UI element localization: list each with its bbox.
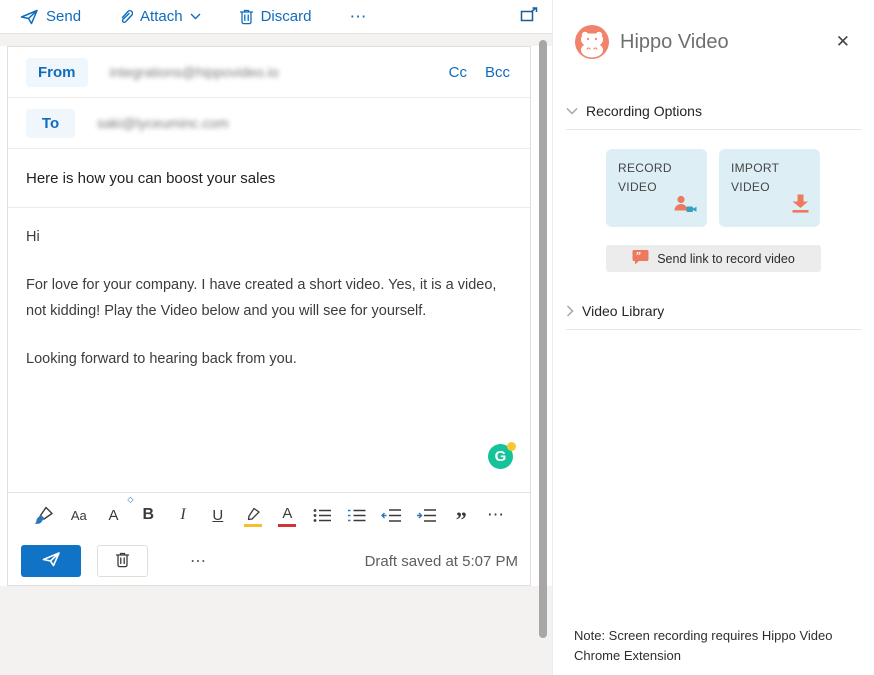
- highlight-color-bar: [244, 524, 262, 527]
- recording-option-cards: RECORD VIDEO IMPORT VIDEO: [606, 149, 874, 227]
- font-color-button[interactable]: A: [275, 502, 299, 528]
- underline-button[interactable]: U: [206, 502, 230, 528]
- send-button-top[interactable]: Send: [20, 8, 81, 25]
- panel-title: Hippo Video: [620, 31, 832, 54]
- compose-pane: Send Attach Discard ⋯: [0, 0, 552, 675]
- trash-icon: [115, 551, 130, 571]
- recording-options-label: Recording Options: [586, 103, 702, 119]
- from-row: From integrations@hippovideo.io Cc Bcc: [8, 47, 530, 98]
- to-row: To saki@lyceuminc.com: [8, 98, 530, 149]
- formatting-toolbar: Aa A ◇ B I U A: [8, 492, 530, 537]
- send-plane-filled-icon: [42, 552, 61, 570]
- open-in-new-window-button[interactable]: [520, 7, 538, 27]
- grammarly-button[interactable]: G: [488, 444, 514, 470]
- chevron-down-icon: [190, 13, 201, 20]
- to-address-value[interactable]: saki@lyceuminc.com: [97, 115, 514, 131]
- video-library-label: Video Library: [582, 303, 664, 319]
- close-panel-icon[interactable]: ✕: [832, 30, 854, 54]
- italic-button[interactable]: I: [171, 502, 195, 528]
- send-button-bottom[interactable]: [21, 545, 81, 577]
- panel-header: Hippo Video ✕: [553, 0, 874, 59]
- draft-saved-status: Draft saved at 5:07 PM: [208, 553, 518, 570]
- speech-bubble-quote-icon: ”: [632, 249, 649, 268]
- highlight-button[interactable]: [241, 502, 265, 528]
- trash-icon: [239, 8, 254, 25]
- import-download-icon: [790, 193, 811, 219]
- discard-label: Discard: [261, 8, 312, 25]
- record-video-card[interactable]: RECORD VIDEO: [606, 149, 707, 227]
- message-body-editor[interactable]: Hi For love for your company. I have cre…: [8, 208, 530, 492]
- send-plane-icon: [20, 9, 39, 25]
- section-divider: [566, 129, 862, 130]
- font-color-bar: [278, 524, 296, 527]
- import-video-label: IMPORT VIDEO: [731, 159, 791, 196]
- increase-indent-button[interactable]: [414, 502, 438, 528]
- section-divider: [566, 329, 862, 330]
- font-name-button[interactable]: Aa: [67, 502, 91, 528]
- to-field-button[interactable]: To: [26, 109, 75, 138]
- send-link-label: Send link to record video: [657, 252, 795, 266]
- bold-button[interactable]: B: [136, 502, 160, 528]
- bullet-list-button[interactable]: [310, 502, 334, 528]
- video-library-header[interactable]: Video Library: [566, 303, 862, 319]
- toolbar-more-button[interactable]: ⋯: [349, 7, 368, 27]
- send-label: Send: [46, 8, 81, 25]
- outlook-compose-with-hippo-addin: Send Attach Discard ⋯: [0, 0, 874, 675]
- discard-button[interactable]: Discard: [239, 8, 312, 25]
- send-link-to-record-button[interactable]: ” Send link to record video: [606, 245, 821, 272]
- record-person-camera-icon: [673, 195, 698, 219]
- recording-options-header[interactable]: Recording Options: [566, 103, 862, 119]
- attach-button[interactable]: Attach: [119, 8, 201, 25]
- format-painter-icon[interactable]: [32, 502, 56, 528]
- body-closing: Looking forward to hearing back from you…: [26, 346, 512, 372]
- footer-more-button[interactable]: ⋯: [190, 551, 208, 571]
- body-paragraph: For love for your company. I have create…: [26, 272, 512, 324]
- compose-footer: ⋯ Draft saved at 5:07 PM: [8, 537, 530, 585]
- formatting-more-button[interactable]: ⋯: [484, 502, 508, 528]
- cc-button[interactable]: Cc: [449, 64, 467, 81]
- from-address-value[interactable]: integrations@hippovideo.io: [110, 64, 449, 80]
- blockquote-button[interactable]: ”: [449, 502, 473, 528]
- ellipsis-icon: ⋯: [349, 7, 368, 27]
- compose-card: From integrations@hippovideo.io Cc Bcc T…: [7, 46, 531, 586]
- numbered-list-button[interactable]: [345, 502, 369, 528]
- body-greeting: Hi: [26, 224, 512, 250]
- bcc-button[interactable]: Bcc: [485, 64, 510, 81]
- from-field-button[interactable]: From: [26, 58, 88, 87]
- decrease-indent-button[interactable]: [380, 502, 404, 528]
- attach-label: Attach: [140, 8, 183, 25]
- grammarly-status-dot: [507, 442, 516, 451]
- svg-text:”: ”: [636, 251, 641, 262]
- hippo-video-logo-icon: [575, 25, 609, 59]
- record-video-label: RECORD VIDEO: [618, 159, 678, 196]
- toolbar-gap: [0, 34, 552, 46]
- font-size-button[interactable]: A ◇: [102, 502, 126, 528]
- hippo-video-panel: Hippo Video ✕ Recording Options RECORD V…: [552, 0, 874, 675]
- chevron-down-icon: [566, 107, 578, 115]
- paperclip-icon: [119, 8, 133, 25]
- vertical-scrollbar[interactable]: [539, 40, 547, 638]
- extension-note: Note: Screen recording requires Hippo Vi…: [574, 626, 836, 666]
- compose-background: [0, 586, 552, 675]
- discard-draft-button[interactable]: [97, 545, 148, 577]
- size-diamond-icon: ◇: [127, 495, 133, 504]
- import-video-card[interactable]: IMPORT VIDEO: [719, 149, 820, 227]
- chevron-right-icon: [566, 305, 574, 317]
- subject-input[interactable]: Here is how you can boost your sales: [8, 149, 530, 208]
- compose-toolbar: Send Attach Discard ⋯: [0, 0, 552, 34]
